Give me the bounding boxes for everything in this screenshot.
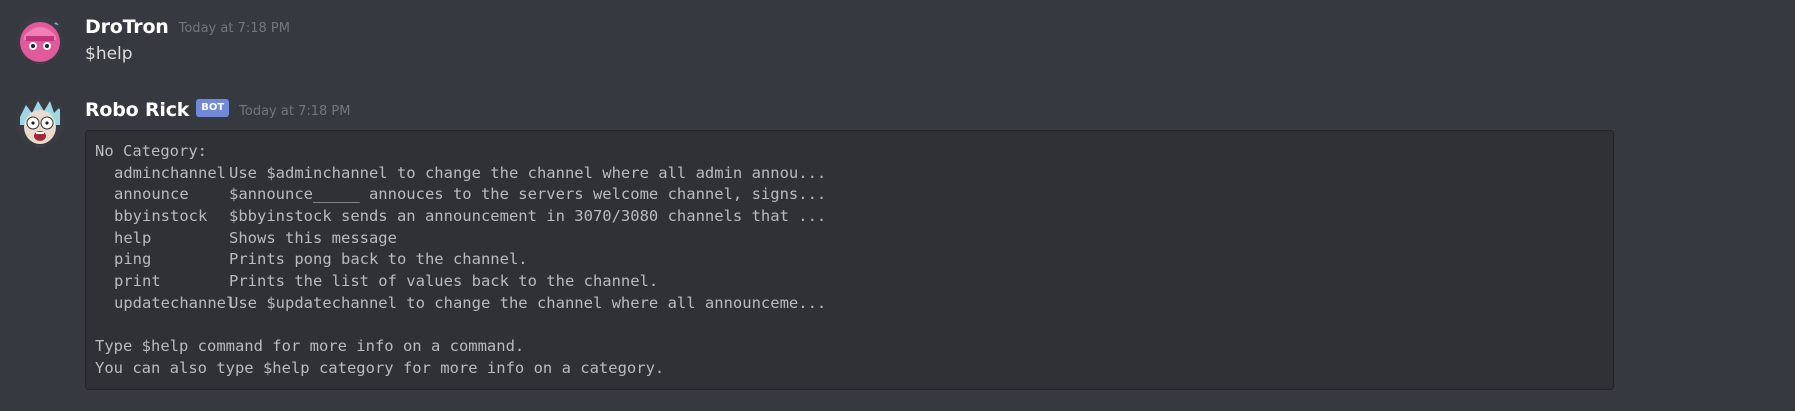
pink-character-avatar-icon[interactable] (16, 16, 64, 64)
command-name: bbyinstock (114, 207, 208, 226)
command-row: adminchannel Use $adminchannel to change … (95, 163, 1604, 185)
command-name: ping (114, 250, 152, 269)
command-description: Prints pong back to the channel. (229, 250, 528, 269)
chat-messages: DroTron Today at 7:18 PM $help Robo Rick… (0, 0, 1795, 411)
command-row: bbyinstock $bbyinstock sends an announcem… (95, 206, 1604, 228)
command-name: announce (114, 185, 189, 204)
command-row: ping Prints pong back to the channel. (95, 249, 1604, 271)
code-block: No Category: adminchannel Use $adminchann… (85, 130, 1614, 390)
command-description: $announce_____ annouces to the servers w… (229, 185, 827, 204)
username[interactable]: DroTron (85, 16, 169, 38)
message-header: Robo Rick BOT Today at 7:18 PM (85, 97, 350, 123)
message-timestamp: Today at 7:18 PM (239, 103, 351, 119)
code-heading: No Category: (95, 142, 207, 160)
command-row: print Prints the list of values back to t… (95, 271, 1604, 293)
command-name: updatechannel (114, 293, 236, 312)
command-row: updatechannelUse $updatechannel to chang… (95, 293, 1604, 315)
command-row: announce $announce_____ annouces to the s… (95, 184, 1604, 206)
command-description: Use $adminchannel to change the channel … (229, 163, 827, 182)
command-name: adminchannel (114, 163, 226, 182)
rick-character-avatar-icon[interactable] (16, 99, 64, 147)
message-timestamp: Today at 7:18 PM (178, 20, 290, 36)
username[interactable]: Robo Rick (85, 99, 189, 121)
command-description: Use $updatechannel to change the channel… (229, 293, 827, 312)
code-footer: Type $help command for more info on a co… (95, 337, 525, 356)
message-content: $help (85, 44, 133, 64)
command-row: help Shows this message (95, 228, 1604, 250)
command-description: $bbyinstock sends an announcement in 307… (229, 207, 827, 226)
code-footer: You can also type $help category for mor… (95, 358, 665, 377)
command-name: print (114, 272, 161, 291)
command-name: help (114, 228, 152, 247)
command-description: Prints the list of values back to the ch… (229, 272, 659, 291)
message-header: DroTron Today at 7:18 PM (85, 14, 290, 40)
bot-badge: BOT (196, 99, 230, 117)
command-description: Shows this message (229, 228, 397, 247)
